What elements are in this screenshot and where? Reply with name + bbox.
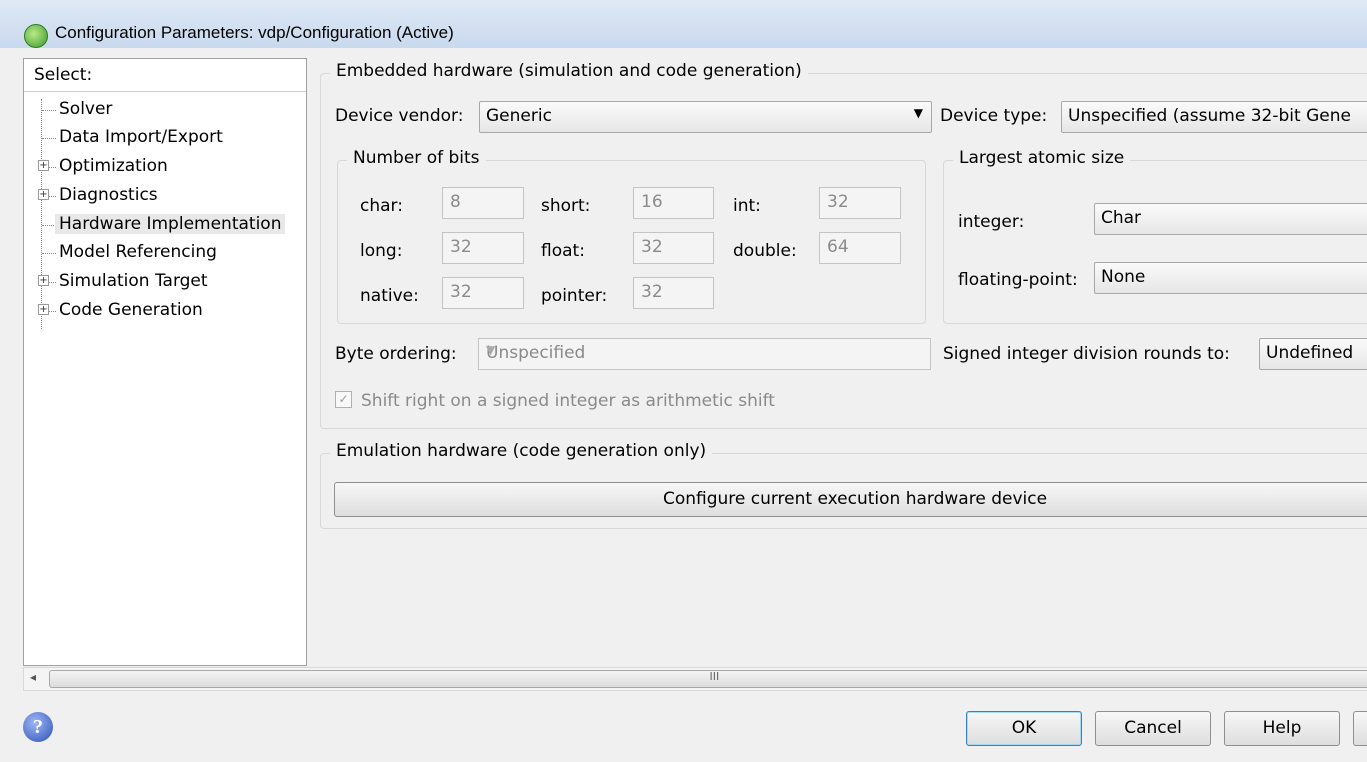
char-label: char:: [360, 196, 403, 216]
char-bits-value: 8: [450, 192, 461, 212]
signed-division-label: Signed integer division rounds to:: [943, 344, 1230, 364]
device-type-label: Device type:: [940, 106, 1048, 126]
pointer-bits-value: 32: [641, 282, 663, 302]
emulation-hardware-legend: Emulation hardware (code generation only…: [330, 441, 713, 461]
long-label: long:: [360, 241, 403, 261]
ok-button[interactable]: OK: [966, 711, 1082, 746]
double-bits-field[interactable]: 64: [819, 232, 901, 264]
scrollbar-thumb[interactable]: III: [49, 670, 1367, 688]
category-tree[interactable]: Select: Solver Data Import/Export + Opti…: [23, 58, 307, 666]
signed-division-dropdown[interactable]: Undefined: [1259, 338, 1367, 370]
expand-icon[interactable]: +: [38, 275, 49, 286]
int-bits-field[interactable]: 32: [819, 187, 901, 219]
device-vendor-label: Device vendor:: [335, 106, 464, 126]
native-bits-value: 32: [450, 282, 472, 302]
int-label: int:: [733, 196, 761, 216]
dropdown-arrow-icon: ▼: [486, 343, 496, 357]
native-label: native:: [360, 286, 419, 306]
long-bits-value: 32: [450, 237, 472, 257]
byte-ordering-label: Byte ordering:: [335, 344, 457, 364]
pointer-label: pointer:: [541, 286, 608, 306]
integer-atomic-label: integer:: [958, 212, 1025, 232]
float-label: float:: [541, 241, 585, 261]
long-bits-field[interactable]: 32: [442, 232, 524, 264]
expand-icon[interactable]: +: [38, 160, 49, 171]
tree-header-label: Select:: [34, 65, 93, 85]
tree-connector: [42, 225, 56, 226]
device-type-value: Unspecified (assume 32-bit Gene: [1068, 106, 1351, 126]
floating-point-atomic-label: floating-point:: [958, 270, 1078, 290]
float-bits-field[interactable]: 32: [633, 232, 714, 264]
floating-point-atomic-dropdown[interactable]: None: [1094, 262, 1367, 294]
tree-connector: [42, 110, 56, 111]
tree-item-label: Hardware Implementation: [55, 214, 286, 234]
byte-ordering-dropdown[interactable]: Unspecified ▼: [478, 338, 931, 370]
short-bits-value: 16: [641, 192, 663, 212]
tree-item-label: Code Generation: [59, 300, 203, 320]
tree-item-label: Model Referencing: [59, 242, 217, 262]
floating-point-atomic-value: None: [1101, 267, 1146, 287]
short-bits-field[interactable]: 16: [633, 187, 714, 219]
double-label: double:: [733, 241, 797, 261]
char-bits-field[interactable]: 8: [442, 187, 524, 219]
native-bits-field[interactable]: 32: [442, 277, 524, 309]
tree-guide-line: [41, 99, 42, 329]
signed-division-value: Undefined: [1266, 343, 1354, 363]
expand-icon[interactable]: +: [38, 304, 49, 315]
tree-connector: [42, 138, 56, 139]
scroll-left-arrow-icon[interactable]: ◂: [30, 670, 36, 684]
dropdown-arrow-icon: ▼: [913, 106, 923, 120]
device-type-dropdown[interactable]: Unspecified (assume 32-bit Gene: [1061, 101, 1367, 133]
integer-atomic-value: Char: [1101, 208, 1142, 228]
int-bits-value: 32: [827, 192, 849, 212]
title-bar[interactable]: Configuration Parameters: vdp/Configurat…: [0, 0, 1367, 49]
tree-item-label: Simulation Target: [59, 271, 208, 291]
device-vendor-value: Generic: [486, 106, 552, 126]
tree-item-label: Optimization: [59, 156, 168, 176]
short-label: short:: [541, 196, 591, 216]
float-bits-value: 32: [641, 237, 663, 257]
pointer-bits-field[interactable]: 32: [633, 277, 714, 309]
integer-atomic-dropdown[interactable]: Char: [1094, 203, 1367, 235]
tree-item-label: Diagnostics: [59, 185, 158, 205]
cancel-button[interactable]: Cancel: [1095, 711, 1211, 746]
simulink-config-icon: [24, 24, 48, 48]
largest-atomic-size-group: [943, 160, 1367, 324]
help-icon[interactable]: ?: [23, 712, 53, 742]
shift-checkbox[interactable]: ✓: [335, 391, 352, 408]
apply-button-partial[interactable]: [1353, 711, 1367, 746]
window-title: Configuration Parameters: vdp/Configurat…: [55, 23, 454, 42]
embedded-hardware-legend: Embedded hardware (simulation and code g…: [330, 61, 808, 81]
expand-icon[interactable]: +: [38, 189, 49, 200]
number-of-bits-legend: Number of bits: [347, 148, 486, 168]
double-bits-value: 64: [827, 237, 849, 257]
tree-header: Select:: [24, 59, 306, 92]
largest-atomic-size-legend: Largest atomic size: [953, 148, 1131, 168]
horizontal-scrollbar[interactable]: ◂ III: [23, 667, 1367, 691]
tree-item-label: Solver: [59, 99, 113, 119]
help-button[interactable]: Help: [1224, 711, 1340, 746]
device-vendor-dropdown[interactable]: Generic ▼: [479, 101, 932, 133]
scrollbar-grip-icon: III: [709, 670, 720, 683]
configure-execution-hardware-button[interactable]: Configure current execution hardware dev…: [334, 482, 1367, 517]
tree-connector: [42, 253, 56, 254]
tree-item-label: Data Import/Export: [59, 127, 223, 147]
shift-checkbox-label: Shift right on a signed integer as arith…: [361, 391, 775, 411]
